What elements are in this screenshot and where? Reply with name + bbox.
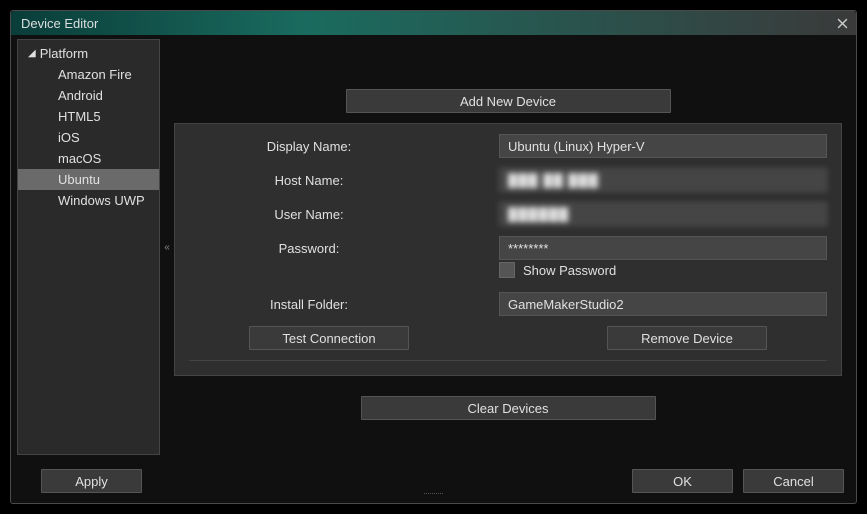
- add-new-device-button[interactable]: Add New Device: [346, 89, 671, 113]
- user-name-input[interactable]: [499, 202, 827, 226]
- sidebar-item-android[interactable]: Android: [18, 85, 159, 106]
- show-password-label: Show Password: [523, 263, 616, 278]
- sidebar-item-html5[interactable]: HTML5: [18, 106, 159, 127]
- test-connection-button[interactable]: Test Connection: [249, 326, 409, 350]
- show-password-checkbox[interactable]: [499, 262, 515, 278]
- window-title: Device Editor: [21, 16, 98, 31]
- tree-root-label: Platform: [40, 46, 88, 61]
- sidebar-item-windows-uwp[interactable]: Windows UWP: [18, 190, 159, 211]
- password-label: Password:: [189, 241, 499, 256]
- sidebar-collapse-handle[interactable]: «: [160, 39, 174, 455]
- panel-divider: [189, 360, 827, 361]
- display-name-label: Display Name:: [189, 139, 499, 154]
- install-folder-label: Install Folder:: [189, 297, 499, 312]
- sidebar-item-macos[interactable]: macOS: [18, 148, 159, 169]
- display-name-input[interactable]: [499, 134, 827, 158]
- user-name-label: User Name:: [189, 207, 499, 222]
- dialog-footer: Apply OK Cancel: [11, 469, 856, 493]
- chevron-left-icon: «: [164, 242, 170, 253]
- cancel-button[interactable]: Cancel: [743, 469, 844, 493]
- clear-devices-button[interactable]: Clear Devices: [361, 396, 656, 420]
- close-icon: [837, 18, 848, 29]
- remove-device-button[interactable]: Remove Device: [607, 326, 767, 350]
- titlebar: Device Editor: [11, 11, 856, 35]
- sidebar-item-label: HTML5: [58, 109, 101, 124]
- main-panel: Add New Device Display Name: Host Name: …: [174, 39, 850, 455]
- apply-button[interactable]: Apply: [41, 469, 142, 493]
- password-input[interactable]: [499, 236, 827, 260]
- platform-sidebar: ◢ Platform Amazon Fire Android HTML5 iOS…: [17, 39, 160, 455]
- sidebar-item-label: Amazon Fire: [58, 67, 132, 82]
- host-name-label: Host Name:: [189, 173, 499, 188]
- install-folder-input[interactable]: [499, 292, 827, 316]
- expand-arrow-icon: ◢: [28, 48, 36, 59]
- close-button[interactable]: [830, 11, 854, 35]
- sidebar-item-amazon-fire[interactable]: Amazon Fire: [18, 64, 159, 85]
- sidebar-item-label: Windows UWP: [58, 193, 145, 208]
- sidebar-item-ios[interactable]: iOS: [18, 127, 159, 148]
- sidebar-item-label: iOS: [58, 130, 80, 145]
- device-form-panel: Display Name: Host Name: User Name: Pass…: [174, 123, 842, 376]
- sidebar-item-label: Android: [58, 88, 103, 103]
- tree-root-platform[interactable]: ◢ Platform: [18, 43, 159, 64]
- ok-button[interactable]: OK: [632, 469, 733, 493]
- sidebar-item-label: macOS: [58, 151, 101, 166]
- resize-grip: [409, 493, 459, 497]
- sidebar-item-label: Ubuntu: [58, 172, 100, 187]
- device-editor-dialog: Device Editor ◢ Platform Amazon Fire And…: [10, 10, 857, 504]
- host-name-input[interactable]: [499, 168, 827, 192]
- sidebar-item-ubuntu[interactable]: Ubuntu: [18, 169, 159, 190]
